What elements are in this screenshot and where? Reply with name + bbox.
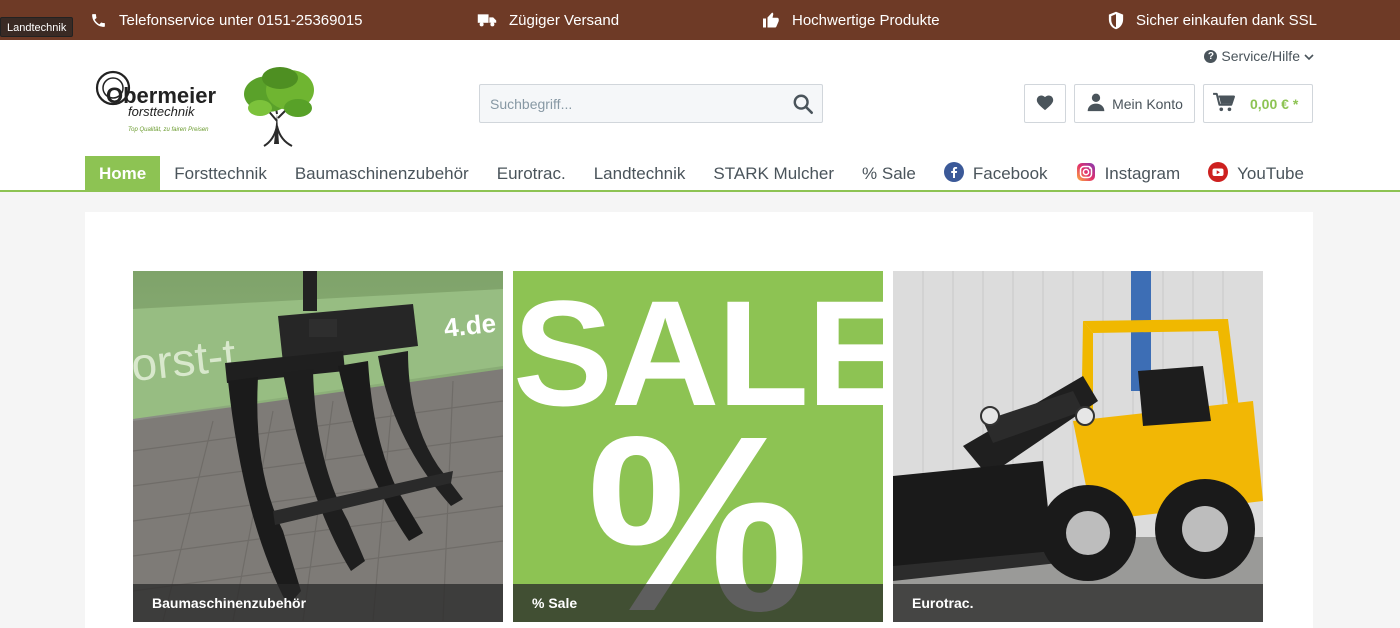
nav-label: Instagram bbox=[1104, 164, 1181, 183]
nav-item-instagram[interactable]: Instagram bbox=[1062, 156, 1195, 192]
nav-item-facebook[interactable]: Facebook bbox=[930, 156, 1062, 192]
nav-item-stark-mulcher[interactable]: STARK Mulcher bbox=[699, 156, 848, 192]
instagram-icon bbox=[1076, 162, 1096, 187]
nav-label: Forsttechnik bbox=[174, 164, 267, 183]
facebook-icon bbox=[943, 161, 964, 187]
main-navigation: Home Forsttechnik Baumaschinenzubehör Eu… bbox=[85, 156, 1318, 192]
phone-icon bbox=[90, 12, 107, 29]
nav-item-home[interactable]: Home bbox=[85, 156, 161, 192]
nav-label: YouTube bbox=[1237, 164, 1304, 183]
loader-image bbox=[893, 271, 1263, 622]
nav-item-eurotrac[interactable]: Eurotrac. bbox=[483, 156, 580, 192]
category-tile-baumaschinenzubehoer[interactable]: orst-t 4.de Baumaschinenzubehör bbox=[133, 271, 503, 622]
header: ? Service/Hilfe Obermeier forsttechnik T… bbox=[0, 40, 1400, 192]
category-tile-sale[interactable]: SALE % % Sale bbox=[513, 271, 883, 622]
nav-item-youtube[interactable]: YouTube bbox=[1194, 156, 1318, 192]
top-info-bar: Telefonservice unter 0151-25369015 Zügig… bbox=[0, 0, 1400, 40]
phone-service[interactable]: Telefonservice unter 0151-25369015 bbox=[90, 0, 363, 40]
ripper-image: orst-t 4.de bbox=[133, 271, 503, 622]
question-icon: ? bbox=[1204, 49, 1218, 63]
logo-tagline: Top Qualität, zu fairen Preisen bbox=[128, 127, 209, 133]
truck-icon bbox=[477, 12, 497, 29]
category-tile-eurotrac[interactable]: Eurotrac. bbox=[893, 271, 1263, 622]
account-label: Mein Konto bbox=[1112, 95, 1183, 112]
ssl-info: Sicher einkaufen dank SSL bbox=[1108, 0, 1317, 40]
nav-label: Landtechnik bbox=[593, 164, 686, 183]
nav-label: Home bbox=[99, 164, 147, 183]
thumbs-up-icon bbox=[761, 11, 780, 29]
heart-icon bbox=[1035, 93, 1055, 114]
service-help-label: Service/Hilfe bbox=[1221, 48, 1300, 64]
nav-item-landtechnik[interactable]: Landtechnik bbox=[580, 156, 700, 192]
search-box bbox=[479, 84, 823, 123]
wishlist-button[interactable] bbox=[1024, 84, 1066, 123]
nav-label: STARK Mulcher bbox=[713, 164, 835, 183]
tile-caption: Eurotrac. bbox=[893, 584, 1263, 622]
nav-label: Eurotrac. bbox=[496, 164, 566, 183]
tile-caption: % Sale bbox=[513, 584, 883, 622]
content-area: orst-t 4.de Baumaschinenzubehör SALE % %… bbox=[85, 212, 1313, 628]
tile-caption: Baumaschinenzubehör bbox=[133, 584, 503, 622]
chevron-down-icon bbox=[1304, 48, 1314, 64]
ssl-label: Sicher einkaufen dank SSL bbox=[1136, 11, 1317, 29]
svg-text:orst-t: orst-t bbox=[133, 328, 238, 391]
cart-amount: 0,00 € * bbox=[1250, 95, 1299, 112]
tooltip: Landtechnik bbox=[0, 17, 74, 37]
logo-subname: forsttechnik bbox=[128, 104, 196, 119]
service-help-menu[interactable]: ? Service/Hilfe bbox=[1204, 48, 1314, 64]
shipping-info: Zügiger Versand bbox=[477, 0, 619, 40]
quality-label: Hochwertige Produkte bbox=[792, 11, 940, 29]
nav-item-baumaschinenzubehoer[interactable]: Baumaschinenzubehör bbox=[281, 156, 483, 192]
nav-item-forsttechnik[interactable]: Forsttechnik bbox=[160, 156, 281, 192]
youtube-icon bbox=[1208, 161, 1229, 187]
tree-icon bbox=[244, 67, 314, 147]
search-input[interactable] bbox=[480, 85, 780, 122]
site-logo[interactable]: Obermeier forsttechnik Top Qualität, zu … bbox=[94, 66, 320, 150]
nav-item-sale[interactable]: % Sale bbox=[848, 156, 930, 192]
nav-label: % Sale bbox=[862, 164, 916, 183]
shield-icon bbox=[1108, 11, 1124, 30]
phone-service-label: Telefonservice unter 0151-25369015 bbox=[119, 11, 363, 29]
shipping-label: Zügiger Versand bbox=[509, 11, 620, 29]
search-icon[interactable] bbox=[792, 93, 814, 115]
cart-button[interactable]: 0,00 € * bbox=[1203, 84, 1313, 123]
user-icon bbox=[1086, 92, 1106, 115]
account-button[interactable]: Mein Konto bbox=[1074, 84, 1195, 123]
quality-info: Hochwertige Produkte bbox=[761, 0, 940, 40]
cart-icon bbox=[1212, 92, 1236, 115]
svg-text:4.de: 4.de bbox=[442, 308, 497, 343]
nav-label: Baumaschinenzubehör bbox=[294, 164, 469, 183]
nav-label: Facebook bbox=[972, 164, 1048, 183]
